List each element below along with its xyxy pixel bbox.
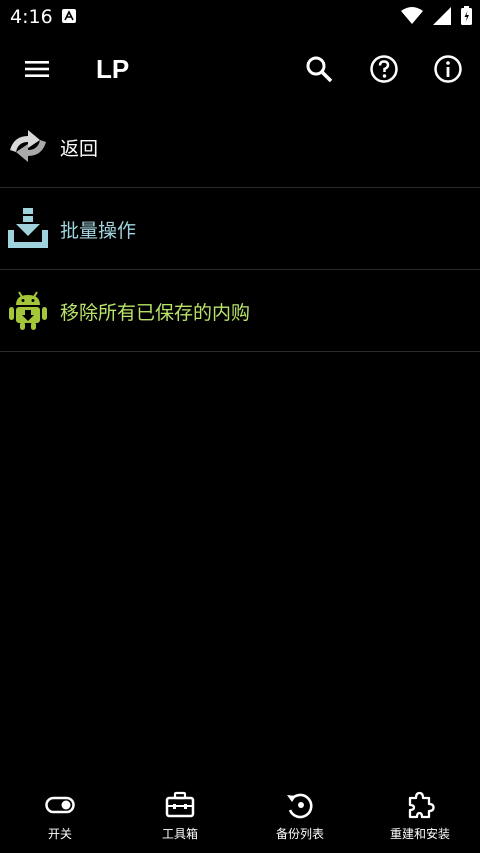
search-icon[interactable] [304, 54, 334, 84]
download-tray-icon [8, 208, 48, 248]
nav-label: 工具箱 [161, 827, 198, 841]
status-time: 4:16 [10, 6, 53, 28]
battery-icon [461, 6, 472, 25]
app-bar: LP [0, 32, 480, 106]
status-bar: 4:16 [0, 0, 480, 32]
backup-icon [287, 793, 313, 819]
menu-list: 返回 批量操作 移除所有已保存的内购 [0, 106, 480, 352]
android-icon [9, 291, 47, 330]
back-arrows-icon [10, 130, 46, 162]
nav-toolbox[interactable]: 工具箱 [120, 791, 240, 853]
nav-label: 重建和安装 [389, 827, 450, 841]
info-icon[interactable] [433, 54, 463, 84]
nav-backup-list[interactable]: 备份列表 [240, 791, 360, 853]
help-icon[interactable] [369, 54, 399, 84]
menu-item-batch[interactable]: 批量操作 [0, 188, 480, 270]
bottom-nav: 开关 工具箱 备份列表 重建和安装 [0, 791, 480, 853]
nav-label: 开关 [47, 827, 72, 841]
wifi-icon [401, 6, 423, 24]
puzzle-icon [408, 791, 435, 819]
menu-icon[interactable] [22, 55, 52, 83]
menu-item-back[interactable]: 返回 [0, 106, 480, 188]
nav-label: 备份列表 [275, 827, 324, 841]
signal-icon [433, 6, 451, 25]
menu-item-remove-purchases[interactable]: 移除所有已保存的内购 [0, 270, 480, 352]
accessibility-a-icon [62, 9, 76, 23]
toggle-icon [45, 796, 75, 814]
toolbox-icon [165, 791, 195, 818]
menu-item-label: 返回 [60, 138, 99, 160]
menu-item-label: 批量操作 [60, 220, 137, 242]
app-title: LP [96, 54, 130, 84]
menu-item-label: 移除所有已保存的内购 [60, 302, 251, 324]
nav-rebuild-install[interactable]: 重建和安装 [360, 791, 480, 853]
nav-switch[interactable]: 开关 [0, 791, 120, 853]
